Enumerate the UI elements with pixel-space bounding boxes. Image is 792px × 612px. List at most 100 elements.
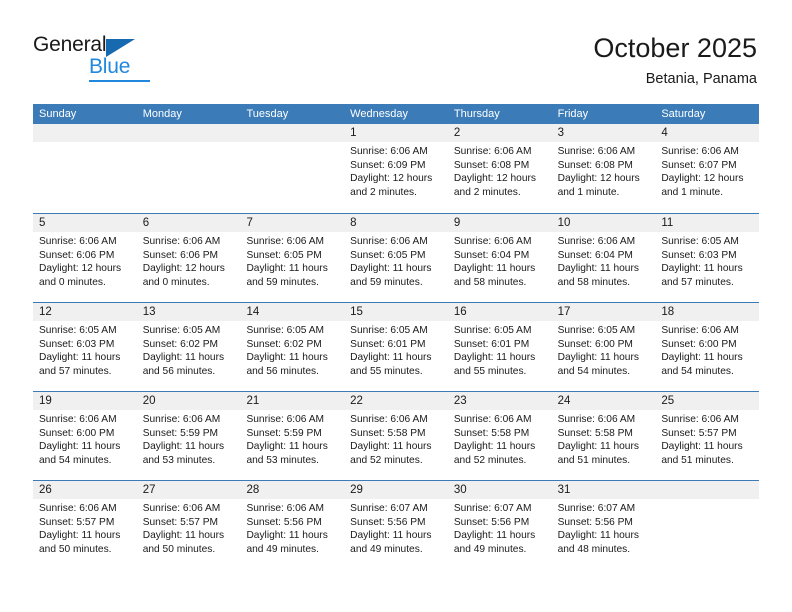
day-number: 26 — [33, 481, 137, 499]
calendar-day-cell[interactable]: 19 Sunrise: 6:06 AM Sunset: 6:00 PM Dayligh… — [33, 392, 137, 480]
weekday-header-tuesday: Tuesday — [246, 108, 289, 120]
day-number — [136, 124, 241, 142]
day-details: Sunrise: 6:06 AM Sunset: 6:05 PM Daylight:… — [240, 232, 344, 289]
logo-text-general: General — [33, 33, 107, 56]
day-details: Sunrise: 6:06 AM Sunset: 5:59 PM Daylight:… — [137, 410, 241, 467]
calendar-day-cell[interactable]: 5 Sunrise: 6:06 AM Sunset: 6:06 PM Daylight… — [33, 214, 137, 302]
sunrise-text: Sunrise: 6:06 AM — [453, 236, 532, 247]
sunrise-text: Sunrise: 6:06 AM — [246, 414, 325, 425]
sunrise-text: Sunrise: 6:06 AM — [142, 503, 221, 514]
sunrise-text: Sunrise: 6:06 AM — [557, 236, 636, 247]
calendar-day-cell[interactable]: 23 Sunrise: 6:06 AM Sunset: 5:58 PM Dayligh… — [447, 392, 552, 480]
calendar-page: General Blue October 2025 Betania, Panam… — [0, 0, 792, 612]
sunrise-text: Sunrise: 6:06 AM — [453, 146, 532, 157]
day-number: 15 — [344, 303, 448, 321]
day-number: 30 — [447, 481, 552, 499]
calendar-day-cell[interactable]: 30 Sunrise: 6:07 AM Sunset: 5:56 PM Dayligh… — [447, 481, 552, 569]
sunset-text: Sunset: 5:56 PM — [350, 516, 426, 528]
calendar-day-cell[interactable]: 12 Sunrise: 6:05 AM Sunset: 6:03 PM Dayligh… — [33, 303, 137, 391]
calendar-day-cell-empty — [136, 124, 241, 213]
title-block: October 2025 Betania, Panama — [593, 32, 757, 89]
sunrise-text: Sunrise: 6:06 AM — [142, 414, 221, 425]
day-details: Sunrise: 6:06 AM Sunset: 5:56 PM Daylight:… — [240, 499, 344, 556]
daylight-text: Daylight: 11 hours and 55 minutes. — [350, 352, 432, 377]
day-number: 25 — [655, 392, 760, 410]
daylight-text: Daylight: 11 hours and 50 minutes. — [39, 530, 121, 555]
day-details: Sunrise: 6:06 AM Sunset: 6:04 PM Daylight:… — [448, 232, 552, 289]
daylight-text: Daylight: 11 hours and 57 minutes. — [39, 352, 121, 377]
calendar-day-cell[interactable]: 25 Sunrise: 6:06 AM Sunset: 5:57 PM Dayligh… — [655, 392, 760, 480]
daylight-text: Daylight: 11 hours and 57 minutes. — [661, 263, 743, 288]
daylight-text: Daylight: 11 hours and 58 minutes. — [453, 263, 536, 288]
calendar-day-cell[interactable]: 20 Sunrise: 6:06 AM Sunset: 5:59 PM Dayligh… — [136, 392, 241, 480]
calendar-day-cell[interactable]: 24 Sunrise: 6:06 AM Sunset: 5:58 PM Dayligh… — [551, 392, 656, 480]
calendar-day-cell[interactable]: 15 Sunrise: 6:05 AM Sunset: 6:01 PM Dayligh… — [344, 303, 448, 391]
page-header: General Blue October 2025 Betania, Panam… — [0, 0, 792, 104]
day-details: Sunrise: 6:05 AM Sunset: 6:02 PM Daylight:… — [240, 321, 344, 378]
sunset-text: Sunset: 6:08 PM — [453, 159, 530, 171]
sunrise-text: Sunrise: 6:05 AM — [142, 325, 221, 336]
day-details: Sunrise: 6:06 AM Sunset: 5:59 PM Daylight:… — [240, 410, 344, 467]
page-title: October 2025 — [593, 33, 757, 63]
calendar-week-row: 26 Sunrise: 6:06 AM Sunset: 5:57 PM Dayligh… — [33, 480, 760, 569]
calendar-day-cell[interactable]: 29 Sunrise: 6:07 AM Sunset: 5:56 PM Dayligh… — [344, 481, 448, 569]
day-number: 29 — [344, 481, 448, 499]
calendar-day-cell[interactable]: 10 Sunrise: 6:06 AM Sunset: 6:04 PM Dayligh… — [551, 214, 656, 302]
day-number: 18 — [655, 303, 760, 321]
sunset-text: Sunset: 5:58 PM — [557, 427, 633, 439]
day-number — [240, 124, 345, 142]
day-details: Sunrise: 6:05 AM Sunset: 6:00 PM Daylight:… — [552, 321, 656, 378]
calendar-day-cell[interactable]: 4 Sunrise: 6:06 AM Sunset: 6:07 PM Daylight… — [655, 124, 760, 213]
calendar-day-cell[interactable]: 16 Sunrise: 6:05 AM Sunset: 6:01 PM Dayligh… — [447, 303, 552, 391]
daylight-text: Daylight: 12 hours and 1 minute. — [557, 173, 640, 198]
calendar-day-cell-empty — [655, 481, 760, 569]
calendar-week-row: 5 Sunrise: 6:06 AM Sunset: 6:06 PM Daylight… — [33, 213, 760, 302]
daylight-text: Daylight: 11 hours and 49 minutes. — [350, 530, 432, 555]
sunset-text: Sunset: 6:00 PM — [661, 338, 737, 350]
day-number: 16 — [447, 303, 552, 321]
calendar-week-row: 12 Sunrise: 6:05 AM Sunset: 6:03 PM Dayligh… — [33, 302, 760, 391]
calendar-day-cell[interactable]: 21 Sunrise: 6:06 AM Sunset: 5:59 PM Dayligh… — [240, 392, 345, 480]
calendar-day-cell[interactable]: 27 Sunrise: 6:06 AM Sunset: 5:57 PM Dayligh… — [136, 481, 241, 569]
calendar-day-cell[interactable]: 28 Sunrise: 6:06 AM Sunset: 5:56 PM Dayligh… — [240, 481, 345, 569]
calendar-day-cell[interactable]: 26 Sunrise: 6:06 AM Sunset: 5:57 PM Dayligh… — [33, 481, 137, 569]
weekday-header-saturday: Saturday — [661, 108, 706, 120]
daylight-text: Daylight: 12 hours and 1 minute. — [661, 173, 744, 198]
day-number: 7 — [240, 214, 345, 232]
calendar-day-cell[interactable]: 13 Sunrise: 6:05 AM Sunset: 6:02 PM Dayligh… — [136, 303, 241, 391]
sunset-text: Sunset: 6:09 PM — [350, 159, 426, 171]
daylight-text: Daylight: 11 hours and 56 minutes. — [142, 352, 225, 377]
calendar-day-cell[interactable]: 22 Sunrise: 6:06 AM Sunset: 5:58 PM Dayligh… — [344, 392, 448, 480]
sunrise-text: Sunrise: 6:06 AM — [350, 414, 428, 425]
calendar-week-row: 19 Sunrise: 6:06 AM Sunset: 6:00 PM Dayligh… — [33, 391, 760, 480]
day-details: Sunrise: 6:06 AM Sunset: 6:00 PM Daylight:… — [655, 321, 759, 378]
day-details: Sunrise: 6:06 AM Sunset: 6:07 PM Daylight:… — [655, 142, 759, 199]
sunset-text: Sunset: 6:05 PM — [246, 249, 322, 261]
calendar-day-cell[interactable]: 7 Sunrise: 6:06 AM Sunset: 6:05 PM Daylight… — [240, 214, 345, 302]
daylight-text: Daylight: 11 hours and 55 minutes. — [453, 352, 536, 377]
calendar-day-cell[interactable]: 9 Sunrise: 6:06 AM Sunset: 6:04 PM Daylight… — [447, 214, 552, 302]
day-details: Sunrise: 6:07 AM Sunset: 5:56 PM Daylight:… — [344, 499, 448, 556]
day-number: 23 — [447, 392, 552, 410]
sunrise-text: Sunrise: 6:06 AM — [39, 236, 117, 247]
sunrise-text: Sunrise: 6:05 AM — [453, 325, 532, 336]
day-details: Sunrise: 6:06 AM Sunset: 6:05 PM Daylight:… — [344, 232, 448, 289]
calendar-day-cell[interactable]: 11 Sunrise: 6:05 AM Sunset: 6:03 PM Dayligh… — [655, 214, 760, 302]
day-number: 19 — [33, 392, 137, 410]
day-details: Sunrise: 6:06 AM Sunset: 6:09 PM Daylight:… — [344, 142, 448, 199]
calendar-day-cell[interactable]: 1 Sunrise: 6:06 AM Sunset: 6:09 PM Daylight… — [344, 124, 448, 213]
day-details: Sunrise: 6:06 AM Sunset: 5:57 PM Daylight:… — [137, 499, 241, 556]
day-details: Sunrise: 6:05 AM Sunset: 6:01 PM Daylight:… — [448, 321, 552, 378]
calendar-day-cell[interactable]: 3 Sunrise: 6:06 AM Sunset: 6:08 PM Daylight… — [551, 124, 656, 213]
calendar-day-cell[interactable]: 2 Sunrise: 6:06 AM Sunset: 6:08 PM Daylight… — [447, 124, 552, 213]
day-number: 4 — [655, 124, 760, 142]
sunset-text: Sunset: 6:08 PM — [557, 159, 633, 171]
calendar-day-cell[interactable]: 8 Sunrise: 6:06 AM Sunset: 6:05 PM Daylight… — [344, 214, 448, 302]
sunrise-text: Sunrise: 6:05 AM — [661, 236, 739, 247]
calendar-day-cell[interactable]: 6 Sunrise: 6:06 AM Sunset: 6:06 PM Daylight… — [136, 214, 241, 302]
calendar-day-cell[interactable]: 18 Sunrise: 6:06 AM Sunset: 6:00 PM Dayligh… — [655, 303, 760, 391]
calendar-day-cell[interactable]: 14 Sunrise: 6:05 AM Sunset: 6:02 PM Dayligh… — [240, 303, 345, 391]
calendar-day-cell[interactable]: 31 Sunrise: 6:07 AM Sunset: 5:56 PM Dayligh… — [551, 481, 656, 569]
calendar-day-cell[interactable]: 17 Sunrise: 6:05 AM Sunset: 6:00 PM Dayligh… — [551, 303, 656, 391]
day-number: 9 — [447, 214, 552, 232]
